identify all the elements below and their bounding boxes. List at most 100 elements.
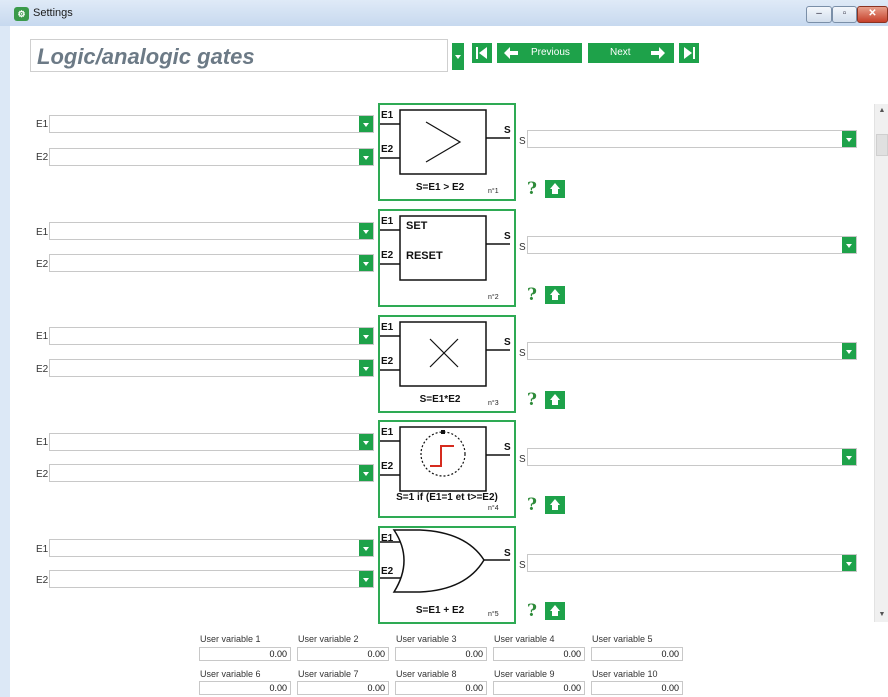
gate1-output-select[interactable]	[527, 130, 857, 148]
upload-icon[interactable]	[545, 496, 565, 514]
user-variable-input[interactable]: 0.00	[395, 681, 487, 695]
user-variable-label: User variable 10	[592, 669, 658, 679]
gate5-block-e2: E2	[381, 566, 394, 577]
gate2-output-select[interactable]	[527, 236, 857, 254]
dropdown-arrow-icon[interactable]	[359, 223, 373, 239]
help-icon[interactable]: ?	[527, 390, 537, 410]
gate4-s-label: S	[519, 454, 526, 465]
minimize-button[interactable]: –	[806, 6, 832, 23]
user-variable-label: User variable 8	[396, 669, 457, 679]
gate1-block-s: S	[504, 125, 511, 136]
dropdown-arrow-icon[interactable]	[842, 131, 856, 147]
dropdown-arrow-icon[interactable]	[359, 571, 373, 587]
gate5-output-select[interactable]	[527, 554, 857, 572]
dropdown-arrow-icon[interactable]	[359, 540, 373, 556]
help-icon[interactable]: ?	[527, 285, 537, 305]
dropdown-arrow-icon[interactable]	[842, 555, 856, 571]
user-variable-input[interactable]: 0.00	[591, 647, 683, 661]
gate1-formula: S=E1 > E2	[415, 182, 465, 193]
gate1-number: n°1	[488, 188, 499, 195]
dropdown-arrow-icon[interactable]	[359, 434, 373, 450]
help-icon[interactable]: ?	[527, 179, 537, 199]
user-variable-input[interactable]: 0.00	[493, 681, 585, 695]
dropdown-arrow-icon[interactable]	[359, 328, 373, 344]
gate2-e1-select[interactable]	[49, 222, 374, 240]
gate2-block: E1 E2 S SET RESET n°2	[378, 209, 516, 307]
gate2-block-e1: E1	[381, 216, 394, 227]
dropdown-arrow-icon[interactable]	[359, 116, 373, 132]
skip-last-icon	[684, 47, 695, 59]
gate3-output-select[interactable]	[527, 342, 857, 360]
gate3-s-label: S	[519, 348, 526, 359]
help-icon[interactable]: ?	[527, 495, 537, 515]
previous-button[interactable]: Previous	[497, 43, 582, 63]
gate5-e2-label: E2	[36, 575, 49, 586]
gate3-block-e2: E2	[381, 356, 394, 367]
gate1-e1-label: E1	[36, 119, 49, 130]
previous-label: Previous	[531, 47, 570, 58]
close-button[interactable]: ✕	[857, 6, 888, 23]
user-variable-input[interactable]: 0.00	[199, 647, 291, 661]
gate4-formula: S=1 if (E1=1 et t>=E2)	[396, 492, 498, 503]
next-label: Next	[610, 47, 631, 58]
dropdown-arrow-icon[interactable]	[359, 255, 373, 271]
dropdown-arrow-icon[interactable]	[359, 465, 373, 481]
gate1-block-e1: E1	[381, 110, 394, 121]
user-variable-input[interactable]: 0.00	[493, 647, 585, 661]
upload-icon[interactable]	[545, 391, 565, 409]
page-select-dropdown-button[interactable]	[452, 43, 464, 70]
gate1-e2-select[interactable]	[49, 148, 374, 166]
scroll-up-icon[interactable]: ▲	[875, 104, 888, 118]
gate5-e2-select[interactable]	[49, 570, 374, 588]
user-variable-label: User variable 5	[592, 634, 653, 644]
gate1-e1-select[interactable]	[49, 115, 374, 133]
gate3-e2-select[interactable]	[49, 359, 374, 377]
upload-icon[interactable]	[545, 286, 565, 304]
gate3-e1-select[interactable]	[49, 327, 374, 345]
gate4-e1-select[interactable]	[49, 433, 374, 451]
user-variable-label: User variable 4	[494, 634, 555, 644]
gate2-e2-select[interactable]	[49, 254, 374, 272]
upload-icon[interactable]	[545, 180, 565, 198]
gate4-e2-label: E2	[36, 469, 49, 480]
gate2-number: n°2	[488, 294, 499, 301]
gate3-e2-label: E2	[36, 364, 49, 375]
page-title-select[interactable]: Logic/analogic gates	[30, 39, 448, 72]
gate4-e1-label: E1	[36, 437, 49, 448]
gate3-formula: S=E1*E2	[419, 394, 461, 405]
user-variable-input[interactable]: 0.00	[297, 681, 389, 695]
skip-first-icon	[476, 47, 487, 59]
user-variable-label: User variable 7	[298, 669, 359, 679]
user-variable-input[interactable]: 0.00	[591, 681, 683, 695]
gate1-block-e2: E2	[381, 144, 394, 155]
gate4-block-e2: E2	[381, 461, 394, 472]
title-bar: ⚙ Settings – ▫ ✕	[0, 0, 888, 26]
upload-icon[interactable]	[545, 602, 565, 620]
user-variable-label: User variable 1	[200, 634, 261, 644]
user-variable-label: User variable 2	[298, 634, 359, 644]
dropdown-arrow-icon[interactable]	[842, 449, 856, 465]
dropdown-arrow-icon[interactable]	[842, 343, 856, 359]
user-variable-input[interactable]: 0.00	[199, 681, 291, 695]
dropdown-arrow-icon[interactable]	[359, 360, 373, 376]
maximize-button[interactable]: ▫	[832, 6, 857, 23]
scroll-down-icon[interactable]: ▼	[875, 608, 888, 622]
last-page-button[interactable]	[679, 43, 699, 63]
gate4-output-select[interactable]	[527, 448, 857, 466]
user-variable-input[interactable]: 0.00	[395, 647, 487, 661]
first-page-button[interactable]	[472, 43, 492, 63]
scroll-thumb[interactable]	[876, 134, 888, 156]
gate4-e2-select[interactable]	[49, 464, 374, 482]
vertical-scrollbar[interactable]: ▲ ▼	[874, 104, 888, 622]
dropdown-arrow-icon[interactable]	[842, 237, 856, 253]
gate5-e1-select[interactable]	[49, 539, 374, 557]
user-variable-label: User variable 9	[494, 669, 555, 679]
gate2-e2-label: E2	[36, 259, 49, 270]
settings-app-icon: ⚙	[14, 7, 29, 21]
user-variable-input[interactable]: 0.00	[297, 647, 389, 661]
gate5-s-label: S	[519, 560, 526, 571]
next-button[interactable]: Next	[588, 43, 674, 63]
user-variable-label: User variable 6	[200, 669, 261, 679]
dropdown-arrow-icon[interactable]	[359, 149, 373, 165]
help-icon[interactable]: ?	[527, 601, 537, 621]
